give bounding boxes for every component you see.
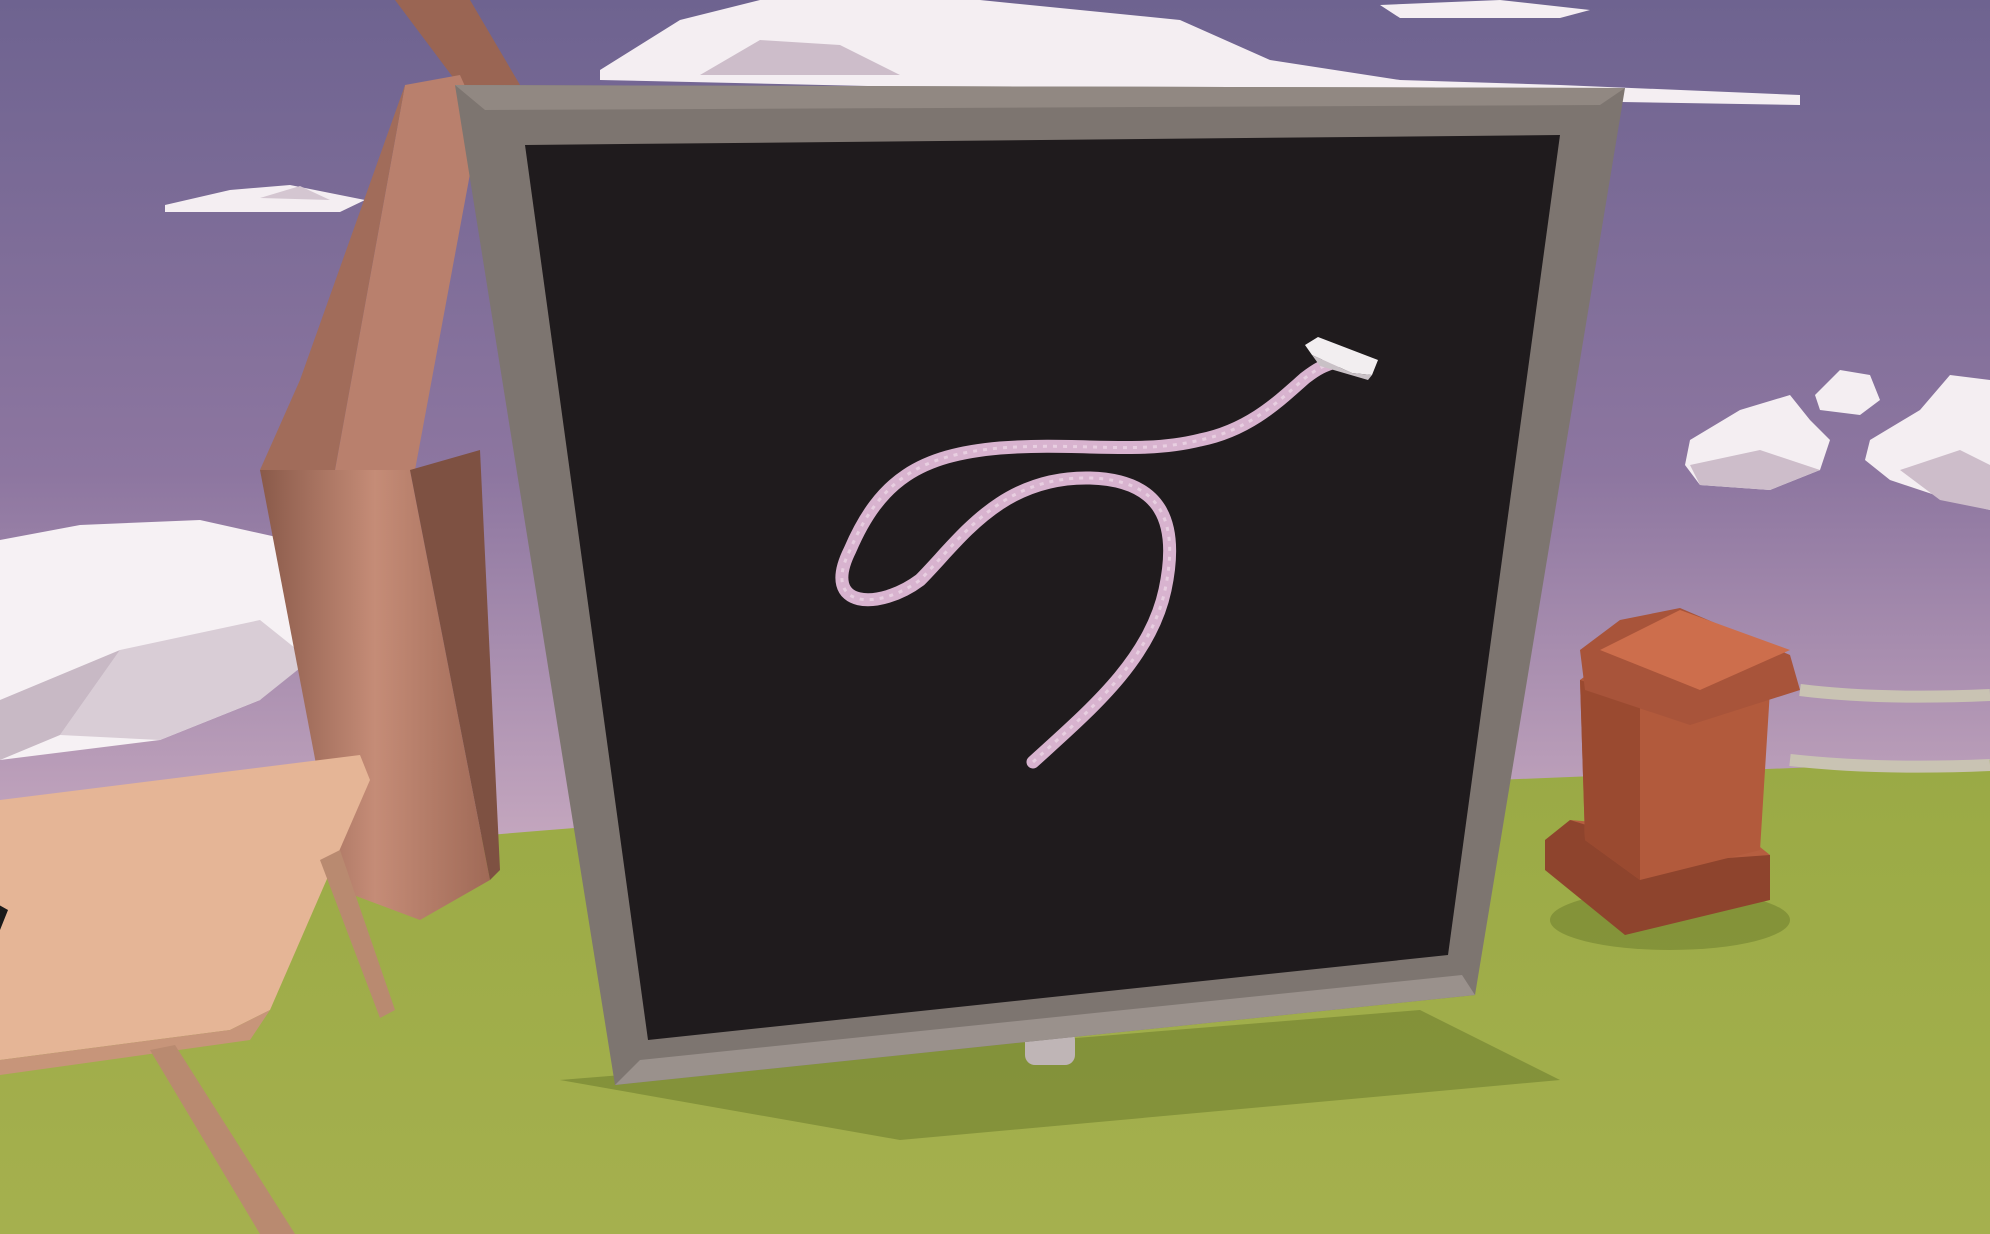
chalkboard-surface [525, 135, 1560, 1040]
pedestal [1545, 608, 1800, 950]
game-scene [0, 0, 1990, 1234]
chalkboard [455, 85, 1625, 1085]
